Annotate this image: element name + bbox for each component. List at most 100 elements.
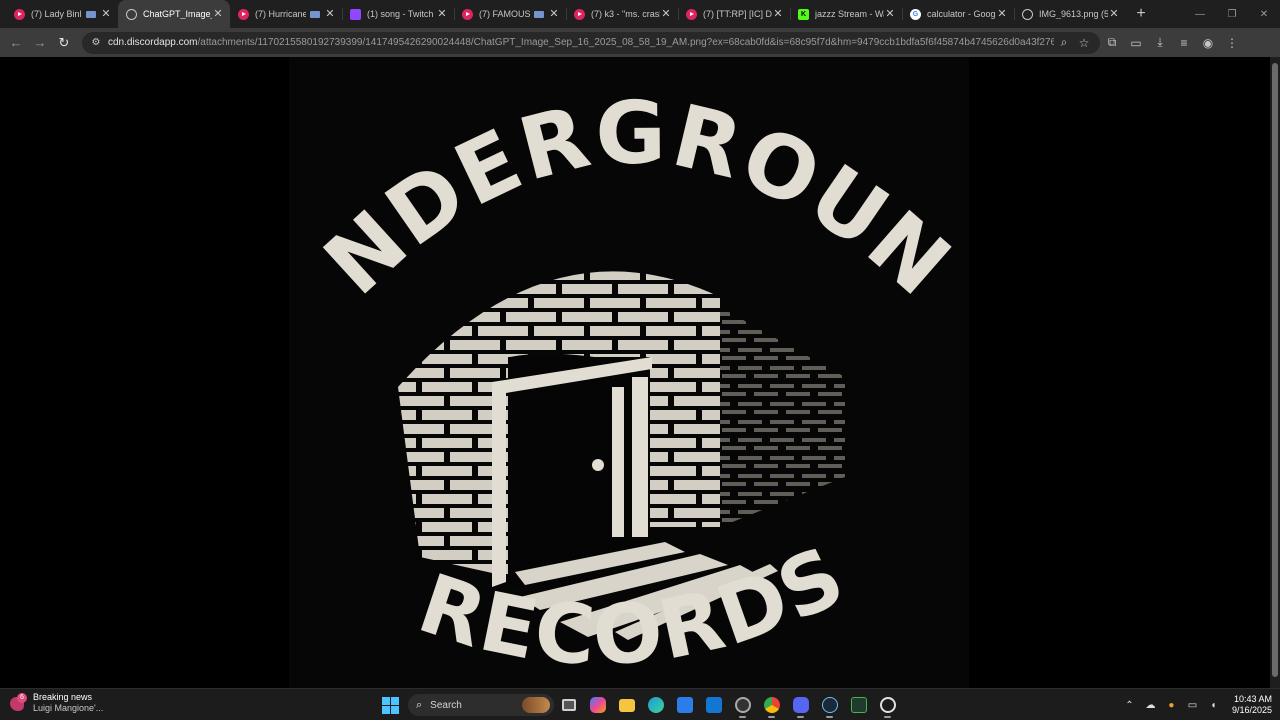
window-controls: — ❐ ✕ — [1184, 0, 1280, 28]
media-player-icon[interactable] — [873, 692, 902, 718]
menu-icon[interactable]: ⋮ — [1220, 31, 1244, 55]
steam-like-icon[interactable] — [728, 692, 757, 718]
tab-list: (7) Lady Binlac ✕ ChatGPT_Image_S ✕ (7) … — [0, 0, 1152, 28]
address-bar[interactable]: ⚙ cdn.discordapp.com/attachments/1170215… — [82, 31, 1100, 54]
tab-img-9613[interactable]: IMG_9613.png (58 ✕ — [1014, 0, 1126, 28]
tab-title: (7) Hurricane — [255, 9, 306, 19]
logo-top-text: UNDERGROUND — [0, 57, 970, 316]
search-placeholder: Search — [430, 699, 462, 711]
close-icon[interactable]: ✕ — [996, 8, 1008, 20]
chevron-up-icon[interactable]: ⌃ — [1119, 694, 1140, 716]
tab-ttrp[interactable]: (7) [TT:RP] [IC] Du ✕ — [678, 0, 790, 28]
youtube-icon — [14, 8, 25, 20]
onedrive-icon[interactable]: ☁ — [1140, 694, 1161, 716]
tab-calculator[interactable]: G calculator - Goog ✕ — [902, 0, 1014, 28]
door-panel-left — [612, 387, 624, 537]
media-playing-icon — [86, 10, 96, 18]
clock-time: 10:43 AM — [1233, 694, 1272, 704]
news-widget-icon: 6 — [8, 693, 28, 713]
download-icon[interactable]: ⤓ — [1148, 31, 1172, 55]
tab-title: (7) k3 - "ms. crash — [591, 9, 660, 19]
close-icon[interactable]: ✕ — [324, 8, 336, 20]
volume-icon[interactable]: ◖ — [1203, 694, 1224, 716]
site-info-icon[interactable]: ⚙ — [88, 35, 104, 51]
news-subtitle: Luigi Mangione'... — [33, 703, 104, 713]
terminal-icon[interactable] — [844, 692, 873, 718]
extensions-icon[interactable]: ⧉ — [1100, 31, 1124, 55]
system-tray: ⌃ ☁ ● ▭ ◖ 10:43 AM 9/16/2025 — [1119, 692, 1272, 718]
close-icon[interactable]: ✕ — [100, 8, 112, 20]
tab-title: (1) song - Twitch — [367, 9, 434, 19]
clock-date: 9/16/2025 — [1231, 705, 1272, 715]
globe-icon — [126, 8, 137, 20]
side-panel-icon[interactable]: ▭ — [1124, 31, 1148, 55]
media-playing-icon — [534, 10, 544, 18]
clock[interactable]: 10:43 AM 9/16/2025 — [1232, 694, 1272, 716]
close-icon[interactable]: ✕ — [1108, 8, 1120, 20]
tab-title: jazzz Stream - Wa — [815, 9, 884, 19]
new-tab-button[interactable]: + — [1130, 3, 1152, 25]
close-icon[interactable]: ✕ — [548, 8, 560, 20]
tab-strip: (7) Lady Binlac ✕ ChatGPT_Image_S ✕ (7) … — [0, 0, 1280, 28]
news-title: Breaking news — [33, 692, 93, 702]
tab-famous[interactable]: (7) FAMOUS ✕ — [454, 0, 566, 28]
tab-twitch-song[interactable]: (1) song - Twitch ✕ — [342, 0, 454, 28]
task-view-button[interactable] — [554, 692, 583, 718]
profile-avatar-icon[interactable]: ◉ — [1196, 31, 1220, 55]
forward-button[interactable]: → — [28, 31, 52, 55]
steam-icon[interactable] — [815, 692, 844, 718]
door-knob — [592, 459, 604, 471]
microphone-icon[interactable]: ● — [1161, 694, 1182, 716]
close-icon[interactable]: ✕ — [436, 8, 448, 20]
news-widget[interactable]: 6 Breaking news Luigi Mangione'... — [8, 692, 103, 714]
tab-title: calculator - Goog — [927, 9, 996, 19]
media-control-icon[interactable]: ≡ — [1172, 31, 1196, 55]
underground-records-logo: UNDERGROUND RECORDS — [0, 57, 970, 685]
close-icon[interactable]: ✕ — [660, 8, 672, 20]
browser-toolbar: ← → ↻ ⚙ cdn.discordapp.com/attachments/1… — [0, 28, 1280, 57]
microsoft-store-icon[interactable] — [670, 692, 699, 718]
url-text[interactable]: cdn.discordapp.com/attachments/117021558… — [108, 37, 1054, 48]
tab-hurricane[interactable]: (7) Hurricane ✕ — [230, 0, 342, 28]
reload-button[interactable]: ↻ — [52, 31, 76, 55]
google-icon: G — [910, 8, 921, 20]
youtube-icon — [462, 8, 473, 20]
search-icon: ⌕ — [416, 698, 423, 711]
tab-chatgpt-image[interactable]: ChatGPT_Image_S ✕ — [118, 0, 230, 28]
network-icon[interactable]: ▭ — [1182, 694, 1203, 716]
taskbar-search[interactable]: ⌕ Search — [408, 694, 554, 716]
windows-taskbar: 6 Breaking news Luigi Mangione'... ⌕ Sea… — [0, 688, 1280, 720]
bookmark-star-icon[interactable]: ☆ — [1074, 34, 1094, 52]
outlook-icon[interactable] — [699, 692, 728, 718]
close-icon[interactable]: ✕ — [772, 8, 784, 20]
tab-title: IMG_9613.png (58 — [1039, 9, 1108, 19]
brick-side-wall — [720, 307, 845, 527]
twitch-icon — [350, 8, 361, 20]
tab-lady-binlac[interactable]: (7) Lady Binlac ✕ — [6, 0, 118, 28]
file-explorer-icon[interactable] — [612, 692, 641, 718]
youtube-icon — [574, 8, 585, 20]
edge-icon[interactable] — [641, 692, 670, 718]
start-button[interactable] — [378, 693, 402, 717]
discord-icon[interactable] — [786, 692, 815, 718]
copilot-icon[interactable] — [583, 692, 612, 718]
close-window-button[interactable]: ✕ — [1248, 0, 1280, 28]
restore-button[interactable]: ❐ — [1216, 0, 1248, 28]
taskbar-apps: ⌕ Search — [378, 692, 902, 718]
chrome-icon[interactable] — [757, 692, 786, 718]
close-icon[interactable]: ✕ — [884, 8, 896, 20]
tab-k3-ms-crash[interactable]: (7) k3 - "ms. crash ✕ — [566, 0, 678, 28]
news-badge: 6 — [17, 693, 27, 703]
tab-kick-stream[interactable]: K jazzz Stream - Wa ✕ — [790, 0, 902, 28]
door-panel-right — [632, 377, 648, 537]
close-icon[interactable]: ✕ — [212, 8, 224, 20]
scrollbar-thumb[interactable] — [1272, 63, 1278, 677]
tab-title: (7) Lady Binlac — [31, 9, 82, 19]
tab-title: ChatGPT_Image_S — [143, 9, 212, 19]
minimize-button[interactable]: — — [1184, 0, 1216, 28]
back-button[interactable]: ← — [4, 31, 28, 55]
media-playing-icon — [310, 10, 320, 18]
zoom-icon[interactable]: ⌕ — [1054, 34, 1074, 52]
vertical-scrollbar[interactable] — [1270, 57, 1280, 688]
page-viewport: UNDERGROUND RECORDS — [0, 57, 1280, 688]
